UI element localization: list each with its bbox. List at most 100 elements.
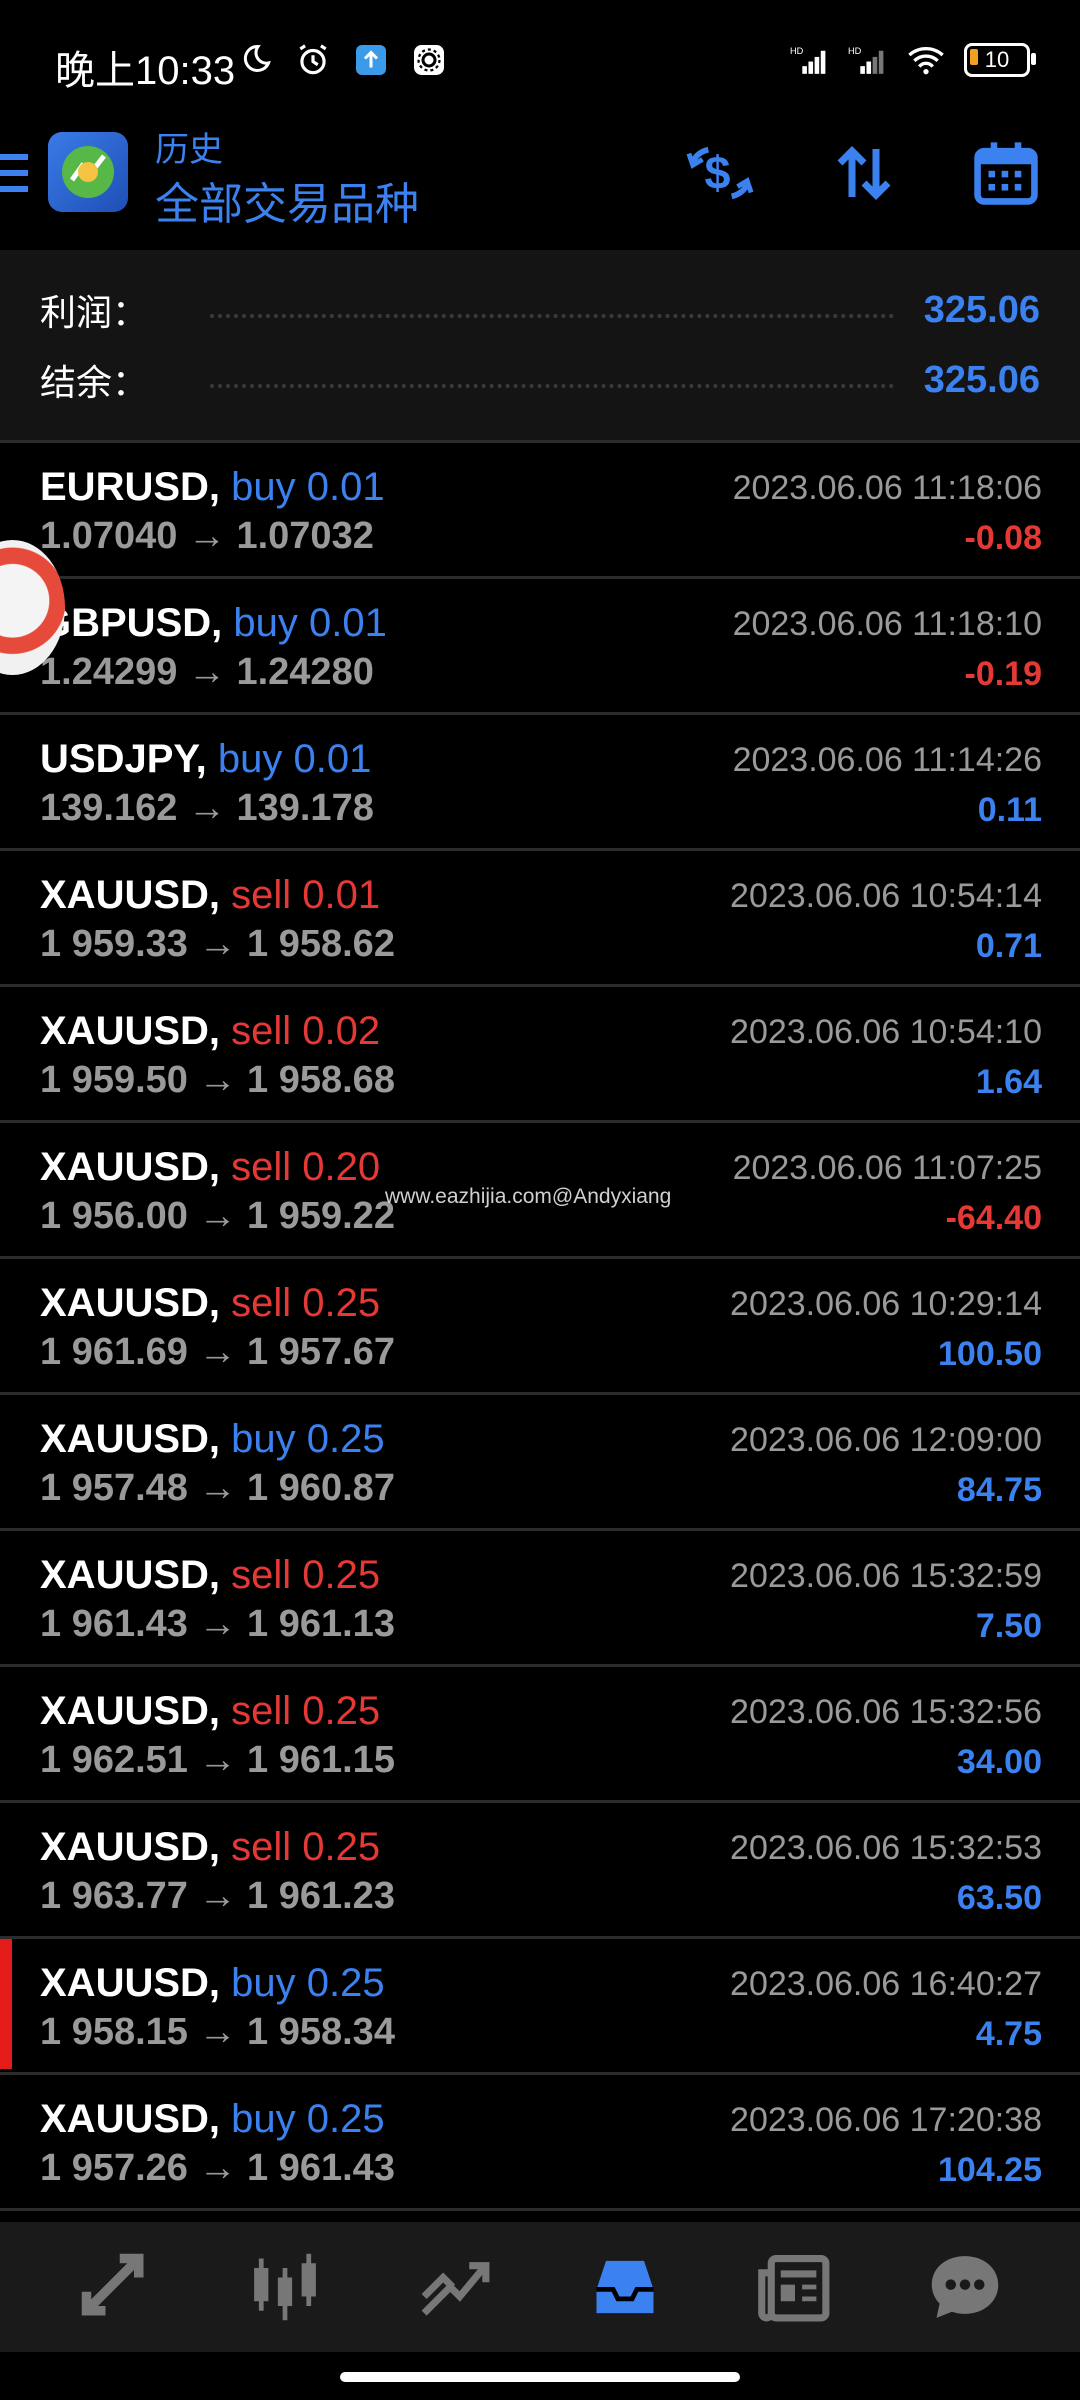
trade-side: sell 0.25 bbox=[231, 1281, 381, 1325]
trade-profit: -64.40 bbox=[945, 1199, 1042, 1237]
trade-date: 2023.06.06 16:40:27 bbox=[730, 1965, 1042, 2003]
trade-row[interactable]: XAUUSD, buy 0.25 1 957.26 → 1 961.43 2023.… bbox=[0, 2072, 1080, 2208]
status-icons-right: HD HD 10 bbox=[790, 40, 1036, 80]
home-indicator[interactable] bbox=[340, 2372, 740, 2382]
header-title[interactable]: 全部交易品种 bbox=[155, 168, 419, 232]
status-bar: 晚上10:33 HD HD 10 bbox=[0, 0, 1080, 110]
trade-prices: 1 962.51 → 1 961.15 bbox=[40, 1739, 395, 1781]
trade-prices: 139.162 → 139.178 bbox=[40, 787, 374, 829]
trade-symbol: XAUUSD, bbox=[40, 1961, 221, 2005]
trade-row[interactable]: XAUUSD, sell 0.25 1 961.69 → 1 957.67 2023… bbox=[0, 1256, 1080, 1392]
trade-row[interactable]: GBPUSD, buy 0.01 1.24299 → 1.24280 2023.06… bbox=[0, 576, 1080, 712]
trade-side: sell 0.20 bbox=[231, 1145, 381, 1189]
history-icon bbox=[596, 2260, 654, 2314]
nav-news[interactable] bbox=[745, 2237, 845, 2337]
balance-value: 325.06 bbox=[923, 358, 1040, 401]
status-icons-left bbox=[235, 40, 449, 80]
trade-profit: 0.11 bbox=[977, 791, 1042, 829]
trade-row[interactable]: USDJPY, buy 0.01 139.162 → 139.178 2023.06… bbox=[0, 712, 1080, 848]
trade-date: 2023.06.06 12:09:00 bbox=[730, 1421, 1042, 1459]
svg-text:HD: HD bbox=[848, 46, 862, 56]
status-time: 晚上10:33 bbox=[55, 49, 236, 93]
profit-label: 利润： bbox=[40, 292, 149, 333]
nav-chat[interactable] bbox=[915, 2237, 1015, 2337]
trade-symbol: XAUUSD, bbox=[40, 1009, 221, 1053]
trade-prices: 1 959.33 → 1 958.62 bbox=[40, 923, 395, 965]
trade-symbol: XAUUSD, bbox=[40, 1825, 221, 1869]
trade-symbol: GBPUSD, bbox=[40, 601, 223, 645]
trade-date: 2023.06.06 11:18:06 bbox=[732, 469, 1042, 507]
trade-profit: 4.75 bbox=[975, 2015, 1042, 2053]
trade-symbol: XAUUSD, bbox=[40, 1553, 221, 1597]
trade-side: sell 0.25 bbox=[231, 1689, 381, 1733]
calendar-icon bbox=[974, 142, 1038, 205]
wifi-icon bbox=[906, 40, 946, 80]
trade-profit: 84.75 bbox=[956, 1471, 1042, 1509]
trade-side: buy 0.25 bbox=[231, 1417, 385, 1461]
svg-text:$: $ bbox=[704, 147, 730, 199]
trade-symbol-line: GBPUSD, buy 0.01 bbox=[40, 601, 387, 646]
trade-row[interactable]: EURUSD, buy 0.01 1.07040 → 1.07032 2023.06… bbox=[0, 440, 1080, 576]
sort-button[interactable] bbox=[824, 138, 904, 208]
chat-icon bbox=[931, 2256, 999, 2318]
trade-profit: 34.00 bbox=[956, 1743, 1042, 1781]
trade-row[interactable]: XAUUSD, sell 0.25 1 962.51 → 1 961.15 2023… bbox=[0, 1664, 1080, 1800]
news-icon bbox=[758, 2254, 830, 2322]
nav-chart[interactable] bbox=[235, 2237, 335, 2337]
trade-side: buy 0.01 bbox=[231, 465, 385, 509]
trade-prices: 1 961.43 → 1 961.13 bbox=[40, 1603, 395, 1645]
trade-row[interactable]: XAUUSD, buy 0.25 1 958.15 → 1 958.34 2023.… bbox=[0, 1936, 1080, 2072]
trade-prices: 1 957.48 → 1 960.87 bbox=[40, 1467, 395, 1509]
trade-date: 2023.06.06 10:54:10 bbox=[730, 1013, 1042, 1051]
trade-date: 2023.06.06 11:07:25 bbox=[732, 1149, 1042, 1187]
trade-symbol-line: XAUUSD, sell 0.25 bbox=[40, 1689, 380, 1734]
trade-side: buy 0.25 bbox=[231, 1961, 385, 2005]
trade-prices: 1 963.77 → 1 961.23 bbox=[40, 1875, 395, 1917]
trade-profit: 1.64 bbox=[975, 1063, 1042, 1101]
trade-symbol: XAUUSD, bbox=[40, 1417, 221, 1461]
trade-symbol: EURUSD, bbox=[40, 465, 221, 509]
trade-prices: 1 956.00 → 1 959.22 bbox=[40, 1195, 395, 1237]
nav-history[interactable] bbox=[575, 2237, 675, 2337]
currency-filter-button[interactable]: $ bbox=[680, 138, 760, 208]
dotted-leader bbox=[210, 384, 894, 388]
trade-row[interactable]: XAUUSD, sell 0.01 1 959.33 → 1 958.62 2023… bbox=[0, 848, 1080, 984]
trade-row[interactable]: XAUUSD, sell 0.02 1 959.50 → 1 958.68 2023… bbox=[0, 984, 1080, 1120]
trade-row[interactable]: XAUUSD, sell 0.25 1 961.43 → 1 961.13 2023… bbox=[0, 1528, 1080, 1664]
trade-prices: 1 961.69 → 1 957.67 bbox=[40, 1331, 395, 1373]
trade-prices: 1.07040 → 1.07032 bbox=[40, 515, 374, 557]
trade-side: sell 0.01 bbox=[231, 873, 381, 917]
trade-symbol-line: XAUUSD, sell 0.02 bbox=[40, 1009, 380, 1054]
app-logo bbox=[48, 132, 128, 212]
trade-symbol-line: XAUUSD, sell 0.25 bbox=[40, 1825, 380, 1870]
trade-side: sell 0.25 bbox=[231, 1553, 381, 1597]
balance-label: 结余： bbox=[40, 362, 149, 403]
trade-prices: 1.24299 → 1.24280 bbox=[40, 651, 374, 693]
selected-marker bbox=[0, 1939, 12, 2069]
trade-symbol-line: XAUUSD, buy 0.25 bbox=[40, 2097, 385, 2142]
trade-profit: 100.50 bbox=[938, 1335, 1042, 1373]
svg-text:HD: HD bbox=[790, 46, 804, 56]
battery-icon: 10 bbox=[964, 43, 1036, 77]
trade-date: 2023.06.06 11:18:10 bbox=[732, 605, 1042, 643]
profit-value: 325.06 bbox=[923, 288, 1040, 331]
trade-symbol-line: EURUSD, buy 0.01 bbox=[40, 465, 385, 510]
trade-prices: 1 959.50 → 1 958.68 bbox=[40, 1059, 395, 1101]
trade-profit: 0.71 bbox=[975, 927, 1042, 965]
calendar-button[interactable] bbox=[966, 138, 1046, 208]
balance-row: 结余： 325.06 bbox=[40, 350, 1040, 410]
trade-profit: -0.08 bbox=[964, 519, 1043, 557]
nav-trade[interactable] bbox=[405, 2237, 505, 2337]
trade-profit: 63.50 bbox=[956, 1879, 1042, 1917]
trade-row[interactable]: XAUUSD, buy 0.25 1 957.48 → 1 960.87 2023.… bbox=[0, 1392, 1080, 1528]
alarm-icon bbox=[293, 40, 333, 80]
menu-icon[interactable] bbox=[0, 150, 28, 203]
header-subtitle: 历史 bbox=[155, 131, 223, 169]
trade-date: 2023.06.06 10:54:14 bbox=[730, 877, 1042, 915]
quotes-icon bbox=[81, 2253, 144, 2316]
trade-row[interactable]: XAUUSD, sell 0.25 1 963.77 → 1 961.23 2023… bbox=[0, 1800, 1080, 1936]
trade-prices: 1 958.15 → 1 958.34 bbox=[40, 2011, 395, 2053]
trade-profit: 7.50 bbox=[975, 1607, 1042, 1645]
nav-quotes[interactable] bbox=[65, 2237, 165, 2337]
summary-panel: 利润： 325.06 结余： 325.06 bbox=[0, 250, 1080, 440]
